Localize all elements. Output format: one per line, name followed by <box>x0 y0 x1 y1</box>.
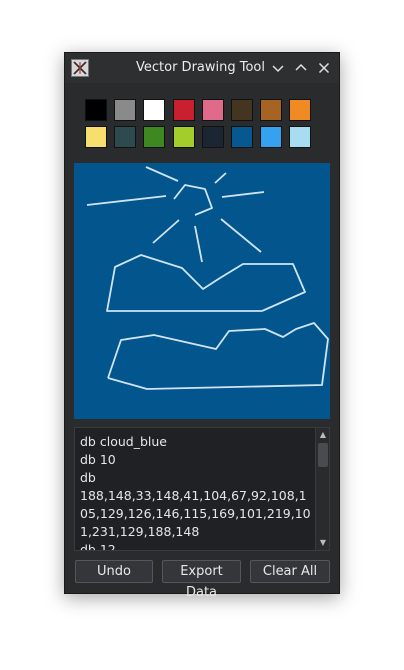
close-icon[interactable] <box>316 60 332 76</box>
log-scrollbar[interactable]: ▲ ▼ <box>315 428 329 550</box>
clear-all-button[interactable]: Clear All <box>250 560 330 583</box>
title-bar: Vector Drawing Tool <box>65 53 339 83</box>
color-swatch[interactable] <box>289 99 312 121</box>
color-swatch[interactable] <box>114 126 137 148</box>
sun-ray <box>86 195 167 206</box>
color-swatch[interactable] <box>231 99 253 121</box>
cloud-top <box>106 254 306 312</box>
color-swatch[interactable] <box>201 99 224 121</box>
color-swatch[interactable] <box>289 126 312 148</box>
color-swatch[interactable] <box>172 99 195 121</box>
app-window: Vector Drawing Tool db cloud_blue db 10 … <box>64 52 340 600</box>
color-swatch[interactable] <box>143 99 166 121</box>
data-log[interactable]: db cloud_blue db 10 db 188,148,33,148,41… <box>74 427 330 551</box>
cloud-bottom <box>107 322 329 390</box>
sun-ray <box>145 166 179 182</box>
sun-ray <box>214 172 227 184</box>
sun-ray <box>152 219 180 244</box>
window-title: Vector Drawing Tool <box>136 60 265 75</box>
sun-ray <box>221 191 265 198</box>
chevron-down-icon[interactable] <box>270 60 286 76</box>
scroll-down-icon[interactable]: ▼ <box>317 537 329 549</box>
color-swatch[interactable] <box>114 99 137 121</box>
color-swatch[interactable] <box>143 126 166 148</box>
color-swatch[interactable] <box>201 126 224 148</box>
color-swatch[interactable] <box>260 99 283 121</box>
undo-button[interactable]: Undo <box>75 560 153 583</box>
sun-polygon <box>173 184 213 216</box>
export-data-button[interactable]: Export Data <box>162 560 241 600</box>
drawing-canvas[interactable] <box>74 163 330 419</box>
color-swatch[interactable] <box>260 126 283 148</box>
scroll-up-icon[interactable]: ▲ <box>317 429 329 441</box>
scroll-thumb[interactable] <box>318 443 328 467</box>
chevron-up-icon[interactable] <box>293 60 309 76</box>
color-swatch[interactable] <box>85 99 107 121</box>
sun-ray <box>220 218 262 253</box>
data-log-text: db cloud_blue db 10 db 188,148,33,148,41… <box>80 434 311 551</box>
color-swatch[interactable] <box>85 126 107 148</box>
color-swatch[interactable] <box>172 126 195 148</box>
color-swatch[interactable] <box>231 126 253 148</box>
app-icon <box>71 59 89 77</box>
sun-ray <box>194 225 203 263</box>
